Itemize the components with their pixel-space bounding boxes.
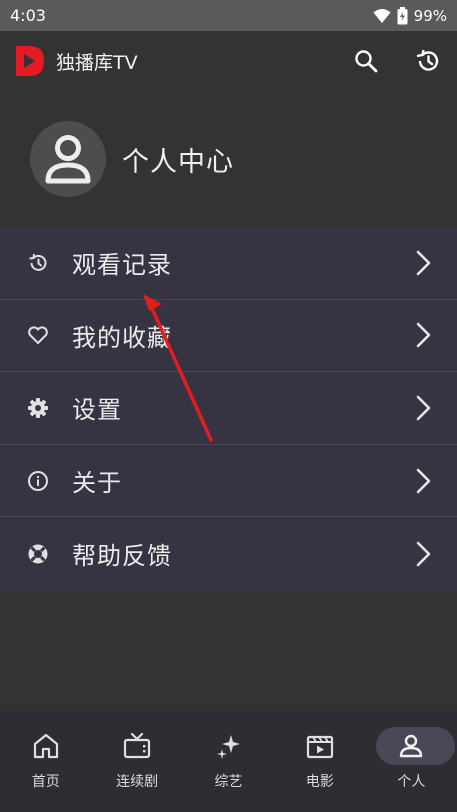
search-icon[interactable] (353, 48, 379, 74)
chevron-right-icon (413, 249, 433, 277)
app-title: 独播库TV (56, 51, 138, 74)
menu-item-favorites[interactable]: 我的收藏 (0, 300, 457, 373)
nav-series[interactable]: 连续剧 (91, 711, 182, 812)
chevron-right-icon (413, 467, 433, 495)
nav-label: 个人 (397, 774, 426, 790)
nav-profile[interactable]: 个人 (366, 711, 457, 812)
battery-icon (397, 6, 408, 25)
status-icons: 99% (373, 6, 447, 25)
menu-item-about[interactable]: 关于 (0, 445, 457, 518)
chevron-right-icon (413, 540, 433, 568)
nav-variety[interactable]: 综艺 (183, 711, 274, 812)
status-time: 4:03 (10, 6, 46, 25)
sparkle-icon (212, 729, 246, 763)
chevron-right-icon (413, 321, 433, 349)
heart-icon (26, 323, 50, 347)
nav-label: 首页 (31, 774, 60, 790)
app-logo-icon (16, 46, 44, 76)
lifebuoy-icon (26, 542, 50, 566)
nav-movies[interactable]: 电影 (274, 711, 365, 812)
nav-label: 综艺 (214, 774, 243, 790)
avatar[interactable] (30, 121, 106, 197)
home-icon (29, 729, 63, 763)
info-icon (26, 469, 50, 493)
profile-title: 个人中心 (122, 146, 234, 178)
tv-icon (120, 729, 154, 763)
gear-icon (26, 396, 50, 420)
history-icon (26, 251, 50, 275)
bottom-navigation: 首页 连续剧 综艺 电影 个人 (0, 711, 457, 812)
nav-home[interactable]: 首页 (0, 711, 91, 812)
status-bar: 4:03 99% (0, 0, 457, 31)
app-bar: 独播库TV (0, 31, 457, 91)
wifi-icon (373, 8, 391, 24)
menu-item-label: 我的收藏 (72, 323, 172, 352)
nav-label: 连续剧 (116, 774, 159, 790)
battery-percent: 99% (413, 6, 447, 25)
history-icon[interactable] (415, 48, 441, 74)
person-icon (394, 729, 428, 763)
menu-item-label: 设置 (72, 396, 122, 425)
nav-label: 电影 (305, 774, 334, 790)
settings-menu: 观看记录 我的收藏 设置 关于 帮助反馈 (0, 227, 457, 590)
chevron-right-icon (413, 394, 433, 422)
menu-item-label: 帮助反馈 (72, 542, 172, 571)
menu-item-label: 关于 (72, 469, 122, 498)
clapperboard-icon (303, 729, 337, 763)
profile-header[interactable]: 个人中心 (0, 91, 457, 227)
menu-item-watch-history[interactable]: 观看记录 (0, 227, 457, 300)
menu-item-help-feedback[interactable]: 帮助反馈 (0, 517, 457, 590)
menu-item-label: 观看记录 (72, 251, 172, 280)
menu-item-settings[interactable]: 设置 (0, 372, 457, 445)
